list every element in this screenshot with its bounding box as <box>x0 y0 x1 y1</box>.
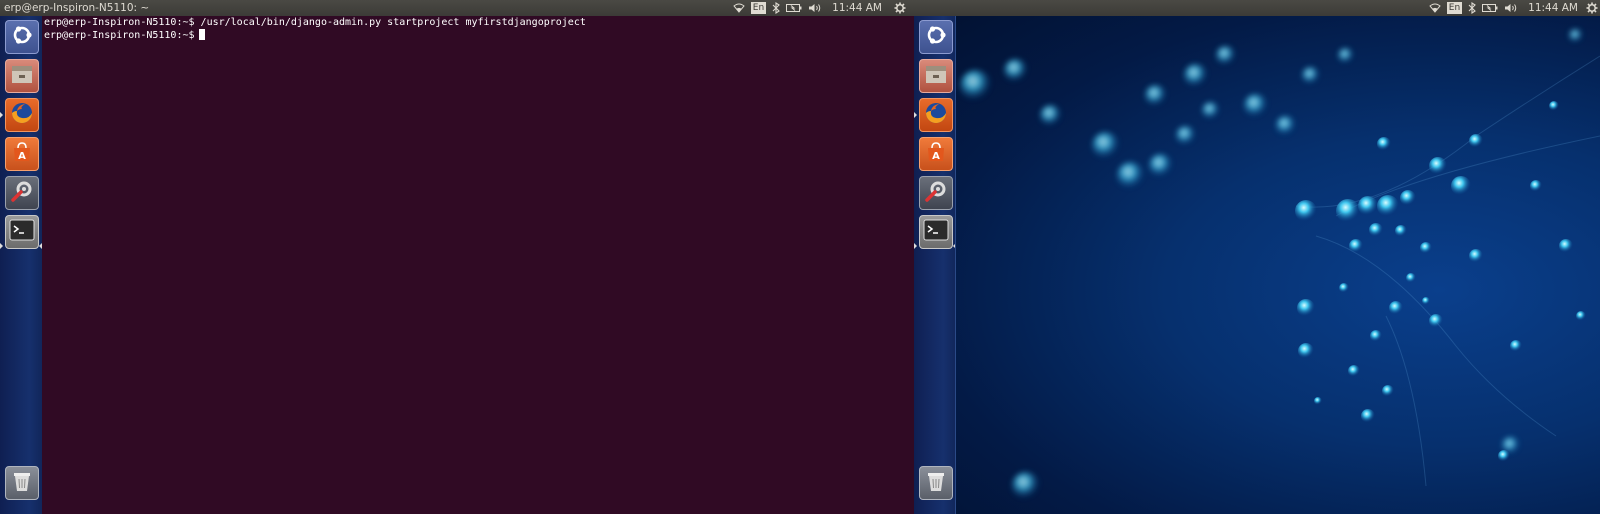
launcher-trash-button[interactable] <box>5 466 39 500</box>
water-droplets-image <box>960 29 1600 500</box>
bluetooth-icon[interactable] <box>1468 0 1477 16</box>
keyboard-layout-indicator[interactable]: En <box>750 2 767 14</box>
launcher-settings-button[interactable] <box>5 176 39 210</box>
gear-icon[interactable] <box>1586 0 1598 16</box>
settings-icon <box>923 178 949 208</box>
top-panel-left: erp@erp-Inspiron-N5110: ~ En 11:44 AM <box>0 0 914 16</box>
launcher-dash-button[interactable] <box>5 20 39 54</box>
keyboard-layout-indicator[interactable]: En <box>1446 2 1463 14</box>
network-icon[interactable] <box>1429 0 1441 16</box>
launcher-terminal-button[interactable] <box>5 215 39 249</box>
terminal-icon <box>923 219 949 245</box>
terminal-line-1: erp@erp-Inspiron-N5110:~$ /usr/local/bin… <box>44 17 586 29</box>
launcher-firefox-button[interactable] <box>5 98 39 132</box>
battery-icon[interactable] <box>1482 0 1498 16</box>
running-indicator <box>0 112 3 118</box>
gear-icon[interactable] <box>894 0 906 16</box>
firefox-icon <box>9 100 35 130</box>
svg-text:A: A <box>18 151 26 162</box>
volume-icon[interactable] <box>1504 0 1518 16</box>
launcher-right: A <box>914 16 956 514</box>
terminal-line-2: erp@erp-Inspiron-N5110:~$ <box>44 29 205 42</box>
window-title: erp@erp-Inspiron-N5110: ~ <box>4 2 150 14</box>
desktop-wallpaper <box>956 16 1600 514</box>
launcher-files-button[interactable] <box>919 59 953 93</box>
launcher-terminal-button[interactable] <box>919 215 953 249</box>
running-indicator <box>0 243 3 249</box>
indicator-area: En 11:44 AM <box>727 0 906 16</box>
file-manager-icon <box>924 63 948 89</box>
file-manager-icon <box>10 63 34 89</box>
terminal-prompt: erp@erp-Inspiron-N5110:~$ <box>44 17 195 28</box>
launcher-software-center-button[interactable]: A <box>5 137 39 171</box>
clock[interactable]: 11:44 AM <box>832 0 882 16</box>
clock[interactable]: 11:44 AM <box>1528 0 1578 16</box>
launcher-trash-button[interactable] <box>919 466 953 500</box>
terminal-prompt: erp@erp-Inspiron-N5110:~$ <box>44 30 195 41</box>
svg-text:A: A <box>932 151 940 162</box>
terminal-window[interactable]: erp@erp-Inspiron-N5110:~$ /usr/local/bin… <box>42 16 914 514</box>
launcher-files-button[interactable] <box>5 59 39 93</box>
launcher-dash-button[interactable] <box>919 20 953 54</box>
firefox-icon <box>923 100 949 130</box>
running-indicator <box>914 112 917 118</box>
terminal-command: /usr/local/bin/django-admin.py startproj… <box>200 17 586 28</box>
terminal-cursor <box>198 29 205 40</box>
network-icon[interactable] <box>733 0 745 16</box>
top-panel-right: En 11:44 AM <box>914 0 1600 16</box>
launcher-left: A <box>0 16 42 514</box>
volume-icon[interactable] <box>808 0 822 16</box>
indicator-area-right: En 11:44 AM <box>1423 0 1598 16</box>
bluetooth-icon[interactable] <box>772 0 781 16</box>
launcher-software-center-button[interactable]: A <box>919 137 953 171</box>
ubuntu-logo-icon <box>10 23 34 51</box>
battery-icon[interactable] <box>786 0 802 16</box>
trash-icon <box>11 469 33 497</box>
software-center-icon: A <box>924 140 948 168</box>
running-indicator <box>914 243 917 249</box>
ubuntu-logo-icon <box>924 23 948 51</box>
launcher-settings-button[interactable] <box>919 176 953 210</box>
trash-icon <box>925 469 947 497</box>
terminal-icon <box>9 219 35 245</box>
settings-icon <box>9 178 35 208</box>
software-center-icon: A <box>10 140 34 168</box>
launcher-firefox-button[interactable] <box>919 98 953 132</box>
